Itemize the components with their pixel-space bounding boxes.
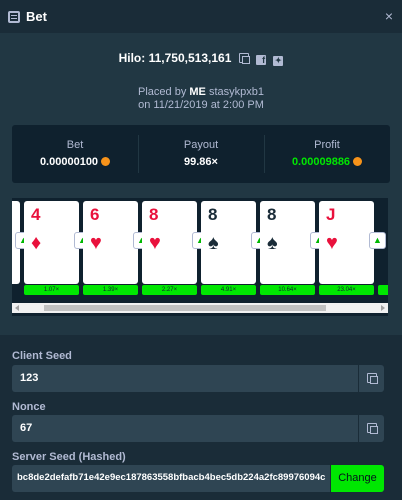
- bet-amount: 0.00000100: [39, 156, 99, 168]
- copy-icon[interactable]: [238, 53, 250, 64]
- bitcoin-icon: [353, 157, 363, 166]
- server-seed-label: Server Seed (Hashed): [12, 451, 126, 463]
- close-icon[interactable]: ×: [385, 9, 393, 23]
- copy-icon: [367, 373, 378, 384]
- profit-label: Profit: [314, 139, 340, 151]
- client-seed-label: Client Seed: [12, 350, 72, 362]
- scroll-left-icon[interactable]: [15, 305, 19, 311]
- card-rank: 6: [90, 205, 100, 224]
- nonce-value: 67: [20, 422, 33, 434]
- copy-client-seed-button[interactable]: [358, 365, 384, 392]
- card-rank: 4: [31, 205, 41, 224]
- multiplier-badge: [378, 285, 388, 295]
- card: 6 ♥: [83, 201, 138, 284]
- username[interactable]: stasykpxb1: [209, 86, 264, 98]
- profit-stat: Profit 0.00009886: [264, 125, 390, 183]
- copy-icon: [367, 423, 378, 434]
- profit-amount: 0.00009886: [291, 156, 351, 168]
- card: 8 ♥: [142, 201, 197, 284]
- spade-suit-icon: ♠: [267, 232, 278, 254]
- server-seed-field[interactable]: bc8de2defafb71e42e9ec187863558bfbacb4bec…: [12, 465, 330, 492]
- nonce-field[interactable]: 67: [12, 415, 384, 442]
- payout-label: Payout: [183, 139, 219, 151]
- card: 4 ♦: [24, 201, 79, 284]
- scrollbar-thumb[interactable]: [44, 305, 326, 311]
- multiplier-badge: 1.07×: [24, 285, 79, 295]
- twitter-icon[interactable]: ✦: [273, 56, 284, 66]
- window-title: Bet: [26, 9, 47, 24]
- payout-value: 99.86×: [184, 156, 218, 168]
- card: 8 ♠: [260, 201, 315, 284]
- stats-box: Bet 0.00000100 Payout 99.86× Profit 0.00…: [12, 125, 390, 183]
- card-history[interactable]: ▲ 4 ♦ ▲ 1.07× 6 ♥ ▲ 1.39× 8 ♥ ▲ 2.27× 8 …: [12, 198, 388, 316]
- card: J ♥: [319, 201, 374, 284]
- placed-by-info: Placed by ME stasykpxb1 on 11/21/2019 at…: [0, 86, 402, 112]
- heart-suit-icon: ♥: [149, 232, 161, 254]
- game-name: Hilo:: [118, 51, 146, 65]
- server-seed-value: bc8de2defafb71e42e9ec187863558bfbacb4bec…: [17, 472, 326, 483]
- bet-details-panel: Hilo: 11,750,513,161 f ✦ Placed by ME st…: [0, 33, 402, 335]
- copy-nonce-button[interactable]: [358, 415, 384, 442]
- card-rank: 8: [208, 205, 218, 224]
- client-seed-value: 123: [20, 372, 39, 384]
- title-bar: Bet ×: [0, 0, 402, 33]
- scroll-right-icon[interactable]: [381, 305, 385, 311]
- spade-suit-icon: ♠: [208, 232, 219, 254]
- client-seed-field[interactable]: 123: [12, 365, 384, 392]
- card-rank: 8: [149, 205, 159, 224]
- card: 8 ♠: [201, 201, 256, 284]
- profit-value-row: 0.00009886: [264, 156, 390, 168]
- higher-arrow-icon: ▲: [369, 232, 386, 249]
- bet-id: 11,750,513,161: [148, 51, 232, 65]
- placed-date: on 11/21/2019 at 2:00 PM: [138, 99, 264, 111]
- bet-id-line: Hilo: 11,750,513,161 f ✦: [0, 51, 402, 66]
- card-rank: J: [326, 205, 336, 224]
- card-rank: 8: [267, 205, 277, 224]
- multiplier-badge: 1.39×: [83, 285, 138, 295]
- multiplier-badge: 23.04×: [319, 285, 374, 295]
- bet-label: Bet: [66, 139, 84, 151]
- nonce-label: Nonce: [12, 401, 46, 413]
- multiplier-badge: 2.27×: [142, 285, 197, 295]
- placed-by-prefix: Placed by: [138, 86, 187, 98]
- facebook-icon[interactable]: f: [256, 55, 267, 65]
- multiplier-badge: 10.64×: [260, 285, 315, 295]
- bet-value-row: 0.00000100: [12, 156, 138, 168]
- payout-stat: Payout 99.86×: [138, 125, 264, 183]
- user-tag: ME: [189, 86, 206, 98]
- multiplier-badge: 4.91×: [201, 285, 256, 295]
- bet-stat: Bet 0.00000100: [12, 125, 138, 183]
- change-seed-button[interactable]: Change: [331, 465, 384, 492]
- heart-suit-icon: ♥: [326, 232, 338, 254]
- bet-icon: [8, 10, 20, 23]
- bitcoin-icon: [101, 157, 111, 166]
- heart-suit-icon: ♥: [90, 232, 102, 254]
- diamond-suit-icon: ♦: [31, 232, 42, 254]
